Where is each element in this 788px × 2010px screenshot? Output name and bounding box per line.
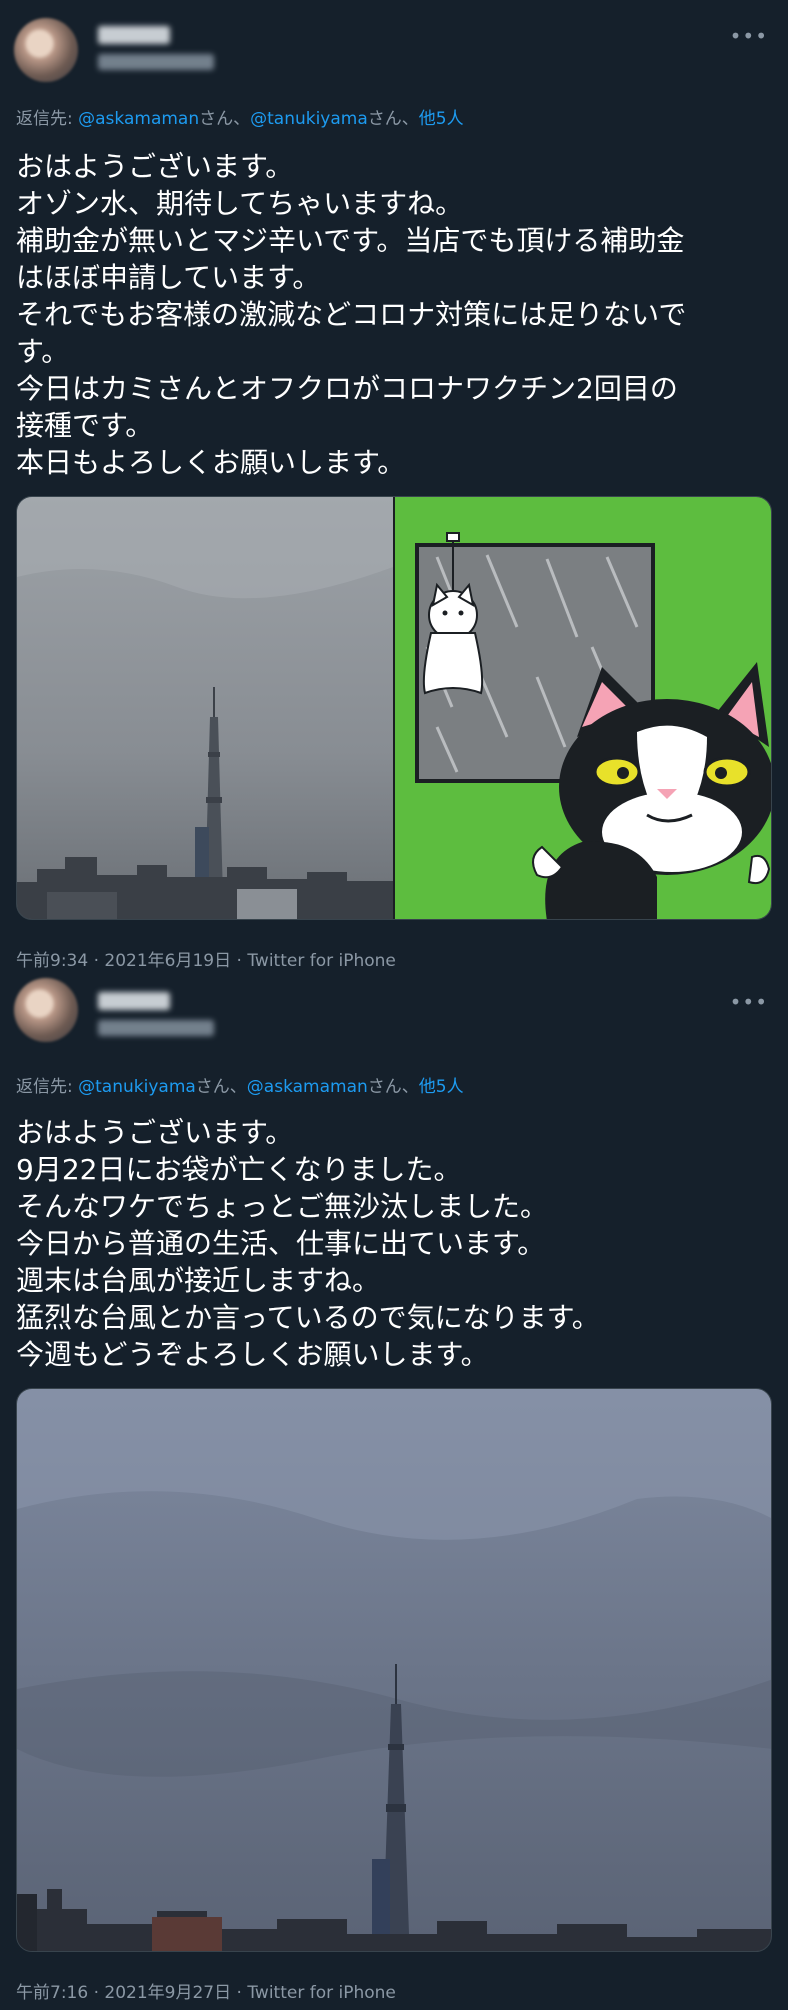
tweet-date[interactable]: 2021年9月27日 xyxy=(104,1983,231,2003)
tweet-2[interactable]: ••• 返信先: @tanukiyamaさん、@askamamanさん、他5人 … xyxy=(0,0,788,2010)
tweet-meta: 午前7:16 · 2021年9月27日 · Twitter for iPhone xyxy=(16,1978,396,2003)
replying-to: 返信先: @tanukiyamaさん、@askamamanさん、他5人 xyxy=(16,1072,464,1097)
separator-dot: · xyxy=(88,1983,105,2003)
tweet-client[interactable]: Twitter for iPhone xyxy=(247,1983,396,2003)
san-suffix: さん、 xyxy=(195,1077,247,1097)
san-suffix: さん、 xyxy=(367,1077,419,1097)
display-name-blurred[interactable] xyxy=(98,992,170,1010)
skytree-cloudy-photo xyxy=(17,1389,771,1951)
mention-link[interactable]: @askamaman xyxy=(247,1077,368,1097)
others-link[interactable]: 他5人 xyxy=(419,1077,464,1097)
more-horizontal-icon[interactable]: ••• xyxy=(730,992,768,1012)
avatar[interactable] xyxy=(14,978,78,1042)
mention-link[interactable]: @tanukiyama xyxy=(78,1077,196,1097)
replying-prefix: 返信先: xyxy=(16,1077,79,1097)
tweet-time[interactable]: 午前7:16 xyxy=(16,1983,88,2003)
handle-blurred[interactable] xyxy=(98,1020,214,1036)
media-single[interactable] xyxy=(16,1388,772,1952)
tweet-text: おはようございます。 9月22日にお袋が亡くなりました。 そんなワケでちょっとご… xyxy=(16,1116,600,1371)
separator-dot: · xyxy=(231,1983,248,2003)
